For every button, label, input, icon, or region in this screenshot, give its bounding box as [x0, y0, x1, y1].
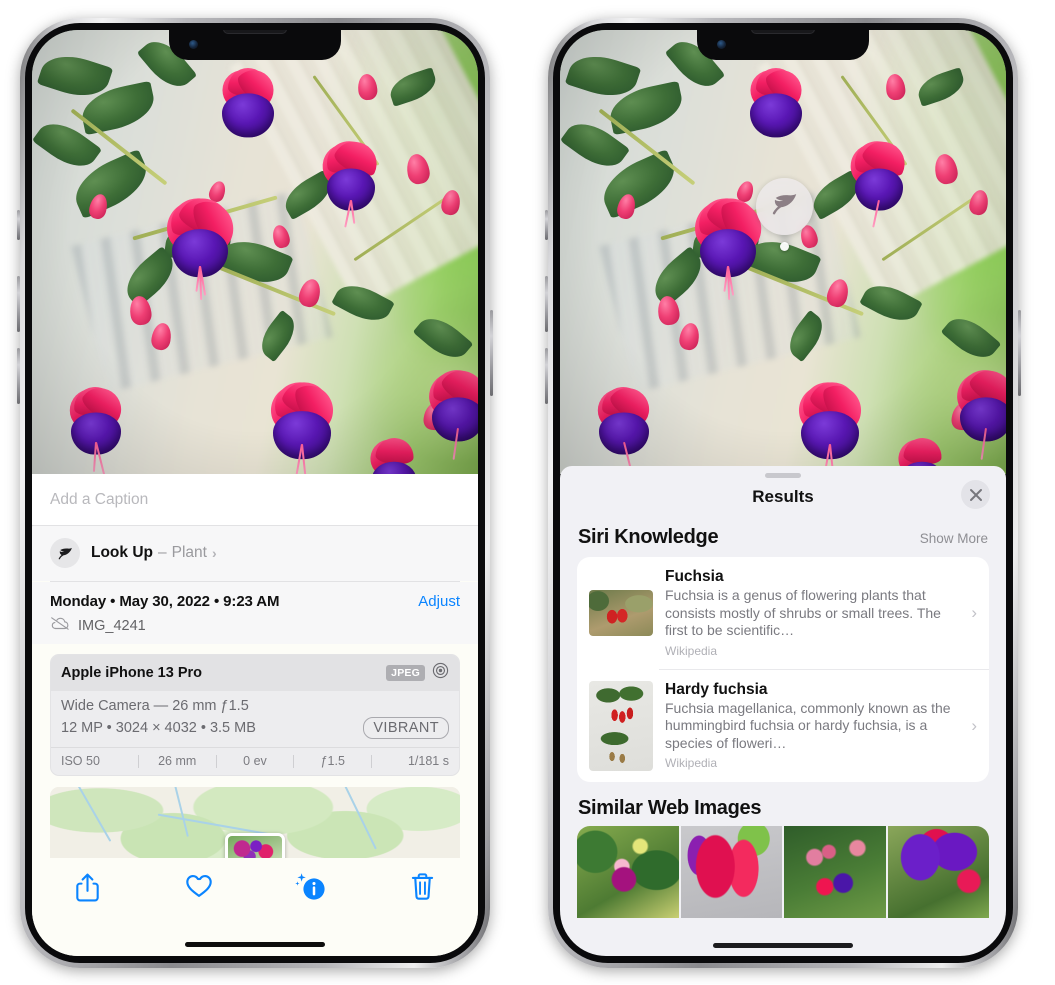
photo-flower: [569, 367, 679, 474]
volume-up-button[interactable]: [17, 276, 20, 332]
camera-card-header: Apple iPhone 13 Pro JPEG: [51, 655, 459, 691]
chevron-right-icon: ›: [971, 602, 977, 622]
delete-button[interactable]: [367, 872, 479, 906]
photographic-style-badge: VIBRANT: [363, 717, 449, 739]
icloud-slash-icon: [50, 616, 70, 635]
exif-ev: 0 ev: [243, 754, 267, 768]
knowledge-result-row[interactable]: Fuchsia Fuchsia is a genus of flowering …: [577, 557, 989, 669]
lens-info: Wide Camera — 26 mm ƒ1.5: [61, 698, 249, 714]
earpiece-speaker: [223, 30, 287, 34]
chevron-right-icon: ›: [971, 715, 977, 735]
image-specs: 12 MP • 3024 × 4032 • 3.5 MB: [61, 720, 256, 736]
result-description: Fuchsia is a genus of flowering plants t…: [665, 587, 941, 638]
photo-datetime: Monday • May 30, 2022 • 9:23 AM: [50, 593, 280, 610]
trash-icon: [410, 872, 435, 906]
look-up-subject: Plant: [171, 544, 207, 561]
similar-web-images-header: Similar Web Images: [560, 782, 1006, 826]
knowledge-result-row[interactable]: Hardy fuchsia Fuchsia magellanica, commo…: [577, 670, 989, 782]
photo-flower: [721, 48, 831, 144]
power-button[interactable]: [490, 310, 493, 396]
favorite-button[interactable]: [144, 872, 256, 904]
device-name: Apple iPhone 13 Pro: [61, 665, 202, 681]
similar-image-thumb[interactable]: [784, 825, 886, 918]
exif-focal: 26 mm: [158, 754, 197, 768]
visual-look-up-badge[interactable]: [756, 178, 813, 235]
format-badge: JPEG: [386, 665, 425, 681]
home-indicator[interactable]: [713, 943, 853, 948]
siri-knowledge-header: Siri Knowledge Show More: [560, 511, 1006, 557]
front-camera-icon: [717, 40, 726, 49]
earpiece-speaker: [751, 30, 815, 34]
result-description: Fuchsia magellanica, commonly known as t…: [665, 699, 951, 751]
result-title: Fuchsia: [665, 568, 724, 585]
photo-metadata: Monday • May 30, 2022 • 9:23 AM Adjust I…: [32, 582, 478, 644]
photo-flower: [193, 48, 303, 144]
photo-flower: [344, 421, 444, 474]
caption-input[interactable]: Add a Caption: [32, 474, 478, 525]
exif-iso: ISO 50: [61, 754, 100, 768]
volume-down-button[interactable]: [545, 348, 548, 404]
results-header: Results: [560, 478, 1006, 511]
home-indicator[interactable]: [185, 942, 325, 947]
photo-flower: [819, 119, 939, 228]
similar-image-thumb[interactable]: [680, 825, 782, 918]
similar-image-thumb[interactable]: [887, 825, 989, 918]
photo-filename: IMG_4241: [78, 617, 146, 634]
result-source: Wikipedia: [665, 643, 718, 658]
screenshot-root: Add a Caption ✦ ✦ Look Up – Plant: [0, 0, 1055, 985]
result-thumbnail: [589, 680, 653, 771]
exif-shutter: 1/181 s: [407, 754, 449, 768]
look-up-label: Look Up – Plant ›: [91, 544, 217, 562]
share-button[interactable]: [32, 872, 144, 908]
look-up-row[interactable]: ✦ ✦ Look Up – Plant ›: [32, 519, 478, 581]
siri-knowledge-heading: Siri Knowledge: [578, 526, 719, 548]
look-up-dash: –: [158, 544, 167, 561]
result-thumbnail: [589, 589, 653, 636]
exif-aperture: ƒ1.5: [320, 754, 345, 768]
silent-switch[interactable]: [17, 210, 20, 240]
show-more-button[interactable]: Show More: [920, 531, 988, 546]
siri-knowledge-card: Fuchsia Fuchsia is a genus of flowering …: [577, 557, 989, 782]
notch: [697, 30, 869, 60]
camera-card-body: Wide Camera — 26 mm ƒ1.5 12 MP • 3024 × …: [51, 691, 459, 747]
similar-image-thumb[interactable]: [577, 825, 679, 918]
power-button[interactable]: [1018, 310, 1021, 396]
similar-web-images-heading: Similar Web Images: [578, 796, 762, 819]
location-map-card[interactable]: [50, 787, 460, 865]
info-sparkle-icon: [295, 872, 327, 907]
right-phone-device: Results Siri Knowledge Show More Fuchsia…: [545, 18, 1021, 968]
share-icon: [74, 872, 101, 908]
camera-info-card: Apple iPhone 13 Pro JPEG Wide Camera — 2…: [50, 654, 460, 776]
left-phone-device: Add a Caption ✦ ✦ Look Up – Plant: [17, 18, 493, 968]
photo-viewer[interactable]: [560, 30, 1006, 474]
left-phone-screen: Add a Caption ✦ ✦ Look Up – Plant: [32, 30, 478, 956]
info-button[interactable]: [255, 872, 367, 907]
photo-flower: [291, 119, 411, 228]
chevron-right-icon: ›: [211, 545, 217, 561]
results-sheet: Results Siri Knowledge Show More Fuchsia…: [560, 466, 1006, 956]
volume-up-button[interactable]: [545, 276, 548, 332]
silent-switch[interactable]: [545, 210, 548, 240]
adjust-button[interactable]: Adjust: [418, 593, 460, 610]
leaf-icon: [770, 189, 800, 224]
right-phone-screen: Results Siri Knowledge Show More Fuchsia…: [560, 30, 1006, 956]
sparkle-icon: ✦: [32, 519, 36, 534]
photo-flower: [130, 172, 270, 300]
volume-down-button[interactable]: [17, 348, 20, 404]
look-up-title: Look Up: [91, 544, 153, 561]
close-button[interactable]: [961, 480, 990, 509]
photo-flower: [41, 367, 151, 474]
aperture-icon: [432, 662, 449, 684]
notch: [169, 30, 341, 60]
photo-viewer[interactable]: [32, 30, 478, 474]
result-source: Wikipedia: [665, 756, 718, 771]
heart-icon: [184, 872, 214, 904]
visual-look-up-anchor-dot: [780, 242, 789, 251]
front-camera-icon: [189, 40, 198, 49]
exif-row: ISO 50 26 mm 0 ev ƒ1.5 1/181 s: [51, 748, 459, 775]
similar-web-images-row[interactable]: [577, 825, 989, 918]
result-title: Hardy fuchsia: [665, 680, 768, 698]
leaf-icon: [50, 538, 80, 568]
results-title: Results: [752, 487, 814, 506]
